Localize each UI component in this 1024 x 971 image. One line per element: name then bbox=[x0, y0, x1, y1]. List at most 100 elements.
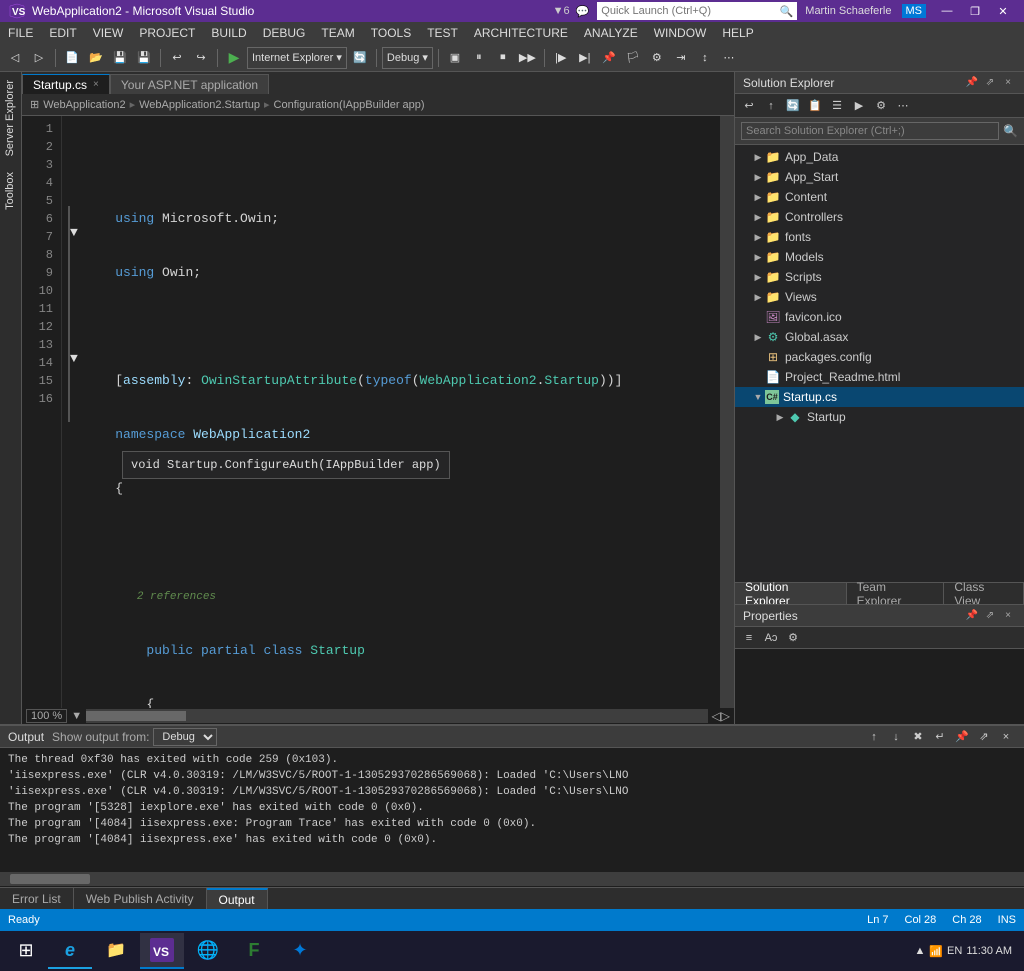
tree-item-content[interactable]: ▶ 📁 Content bbox=[735, 187, 1024, 207]
output-clear-btn[interactable]: ✖ bbox=[908, 728, 928, 746]
props-extra-btn[interactable]: ⚙ bbox=[783, 629, 803, 647]
tree-item-scripts[interactable]: ▶ 📁 Scripts bbox=[735, 267, 1024, 287]
expand-startup-class[interactable]: ▶ bbox=[773, 410, 787, 424]
menu-window[interactable]: WINDOW bbox=[646, 22, 715, 44]
tree-item-favicon[interactable]: 🖼 favicon.ico bbox=[735, 307, 1024, 327]
output-tab-error-list[interactable]: Error List bbox=[0, 888, 74, 909]
vscroll[interactable] bbox=[720, 116, 734, 708]
toolbar-extra6[interactable]: ▶| bbox=[574, 47, 596, 69]
output-source-select[interactable]: Debug Build Output bbox=[153, 728, 217, 746]
expand-startup[interactable]: ▼ bbox=[751, 390, 765, 404]
tree-item-app-data[interactable]: ▶ 📁 App_Data bbox=[735, 147, 1024, 167]
props-close-btn[interactable]: × bbox=[1000, 608, 1016, 624]
fold-btn-namespace[interactable]: ▼ bbox=[68, 224, 76, 242]
tree-item-controllers[interactable]: ▶ 📁 Controllers bbox=[735, 207, 1024, 227]
menu-view[interactable]: VIEW bbox=[85, 22, 132, 44]
output-tab-web-publish[interactable]: Web Publish Activity bbox=[74, 888, 207, 909]
tree-item-fonts[interactable]: ▶ 📁 fonts bbox=[735, 227, 1024, 247]
tree-item-app-start[interactable]: ▶ 📁 App_Start bbox=[735, 167, 1024, 187]
tree-item-global-asax[interactable]: ▶ ⚙ Global.asax bbox=[735, 327, 1024, 347]
toolbar-extra4[interactable]: ▶▶ bbox=[516, 47, 539, 69]
se-search-input[interactable] bbox=[741, 122, 999, 140]
output-hscroll-thumb[interactable] bbox=[10, 874, 90, 884]
se-float-btn[interactable]: ⇗ bbox=[982, 75, 998, 91]
toolbar-extra3[interactable]: ⏹ bbox=[492, 47, 514, 69]
tab-close-startup[interactable]: × bbox=[93, 79, 99, 90]
close-button[interactable]: ✕ bbox=[990, 2, 1016, 20]
toolbar-undo[interactable]: ↩ bbox=[166, 47, 188, 69]
toolbar-extra8[interactable]: 🏳 bbox=[622, 47, 644, 69]
tab-startup-cs[interactable]: Startup.cs × bbox=[22, 74, 110, 94]
restore-button[interactable]: ❐ bbox=[962, 2, 988, 20]
toolbar-run[interactable]: ▶ bbox=[223, 47, 245, 69]
hscroll[interactable] bbox=[86, 709, 707, 723]
se-tab-team-explorer[interactable]: Team Explorer bbox=[847, 583, 945, 604]
se-toolbar-sync[interactable]: ↩ bbox=[739, 97, 759, 115]
expand-views[interactable]: ▶ bbox=[751, 290, 765, 304]
tab-aspnet-app[interactable]: Your ASP.NET application bbox=[110, 74, 269, 94]
toolbar-extra7[interactable]: 📌 bbox=[598, 47, 620, 69]
taskbar-start[interactable]: ⊞ bbox=[4, 933, 48, 969]
scroll-right-btn[interactable]: ▷ bbox=[721, 709, 730, 723]
filepath-method[interactable]: Configuration(IAppBuilder app) bbox=[274, 99, 425, 111]
minimize-button[interactable]: — bbox=[934, 2, 960, 20]
output-down-btn[interactable]: ↓ bbox=[886, 728, 906, 746]
toolbar-refresh[interactable]: 🔄 bbox=[349, 47, 371, 69]
taskbar-chrome[interactable]: 🌐 bbox=[186, 933, 230, 969]
hscroll-thumb[interactable] bbox=[86, 711, 186, 721]
props-float-btn[interactable]: ⇗ bbox=[982, 608, 998, 624]
menu-debug[interactable]: DEBUG bbox=[255, 22, 314, 44]
expand-global[interactable]: ▶ bbox=[751, 330, 765, 344]
expand-scripts[interactable]: ▶ bbox=[751, 270, 765, 284]
sidebar-toolbox[interactable]: Toolbox bbox=[0, 164, 21, 218]
se-toolbar-settings[interactable]: ⚙ bbox=[871, 97, 891, 115]
se-toolbar-expand[interactable]: ⋯ bbox=[893, 97, 913, 115]
menu-build[interactable]: BUILD bbox=[203, 22, 254, 44]
tree-item-packages-config[interactable]: ⊞ packages.config bbox=[735, 347, 1024, 367]
se-search-icon[interactable]: 🔍 bbox=[1003, 124, 1018, 138]
expand-models[interactable]: ▶ bbox=[751, 250, 765, 264]
se-toolbar-refresh[interactable]: 🔄 bbox=[783, 97, 803, 115]
toolbar-new[interactable]: 📄 bbox=[61, 47, 83, 69]
toolbar-extra2[interactable]: ⏸ bbox=[468, 47, 490, 69]
tree-item-project-readme[interactable]: 📄 Project_Readme.html bbox=[735, 367, 1024, 387]
menu-help[interactable]: HELP bbox=[714, 22, 761, 44]
toolbar-forward[interactable]: ▷ bbox=[28, 47, 50, 69]
scroll-left-btn[interactable]: ◁ bbox=[712, 709, 721, 723]
toolbar-back[interactable]: ◁ bbox=[4, 47, 26, 69]
toolbar-extra5[interactable]: |▶ bbox=[550, 47, 572, 69]
expand-app-data[interactable]: ▶ bbox=[751, 150, 765, 164]
se-close-btn[interactable]: × bbox=[1000, 75, 1016, 91]
se-pin-btn[interactable]: 📌 bbox=[964, 75, 980, 91]
tree-item-startup-class[interactable]: ▶ ◆ Startup bbox=[735, 407, 1024, 427]
toolbar-extra11[interactable]: ↕ bbox=[694, 47, 716, 69]
menu-team[interactable]: TEAM bbox=[313, 22, 362, 44]
code-content[interactable]: using Microsoft.Owin; using Owin; [assem… bbox=[76, 116, 720, 708]
filepath-namespace[interactable]: WebApplication2.Startup bbox=[139, 99, 260, 111]
output-float-btn[interactable]: ⇗ bbox=[974, 728, 994, 746]
zoom-level[interactable]: 100 % bbox=[26, 709, 67, 723]
taskbar-app-f[interactable]: F bbox=[232, 933, 276, 969]
se-toolbar-filter[interactable]: ▶ bbox=[849, 97, 869, 115]
toolbar-saveall[interactable]: 💾 bbox=[133, 47, 155, 69]
se-tab-class-view[interactable]: Class View bbox=[944, 583, 1024, 604]
output-pin-btn[interactable]: 📌 bbox=[952, 728, 972, 746]
output-hscroll[interactable] bbox=[0, 872, 1024, 886]
output-close-btn[interactable]: × bbox=[996, 728, 1016, 746]
quick-launch-box[interactable]: 🔍 bbox=[597, 2, 797, 20]
zoom-dropdown-icon[interactable]: ▼ bbox=[71, 710, 82, 722]
expand-app-start[interactable]: ▶ bbox=[751, 170, 765, 184]
expand-fonts[interactable]: ▶ bbox=[751, 230, 765, 244]
menu-file[interactable]: FILE bbox=[0, 22, 41, 44]
taskbar-ie[interactable]: e bbox=[48, 933, 92, 969]
output-wrap-btn[interactable]: ↵ bbox=[930, 728, 950, 746]
menu-analyze[interactable]: ANALYZE bbox=[576, 22, 646, 44]
tree-item-startup-cs[interactable]: ▼ C# Startup.cs bbox=[735, 387, 1024, 407]
taskbar-vs[interactable]: VS bbox=[140, 933, 184, 969]
tree-item-models[interactable]: ▶ 📁 Models bbox=[735, 247, 1024, 267]
taskbar-app-star[interactable]: ✦ bbox=[278, 933, 322, 969]
se-toolbar-showall[interactable]: ☰ bbox=[827, 97, 847, 115]
props-category-btn[interactable]: ≡ bbox=[739, 629, 759, 647]
output-tab-output[interactable]: Output bbox=[207, 888, 268, 909]
expand-content[interactable]: ▶ bbox=[751, 190, 765, 204]
